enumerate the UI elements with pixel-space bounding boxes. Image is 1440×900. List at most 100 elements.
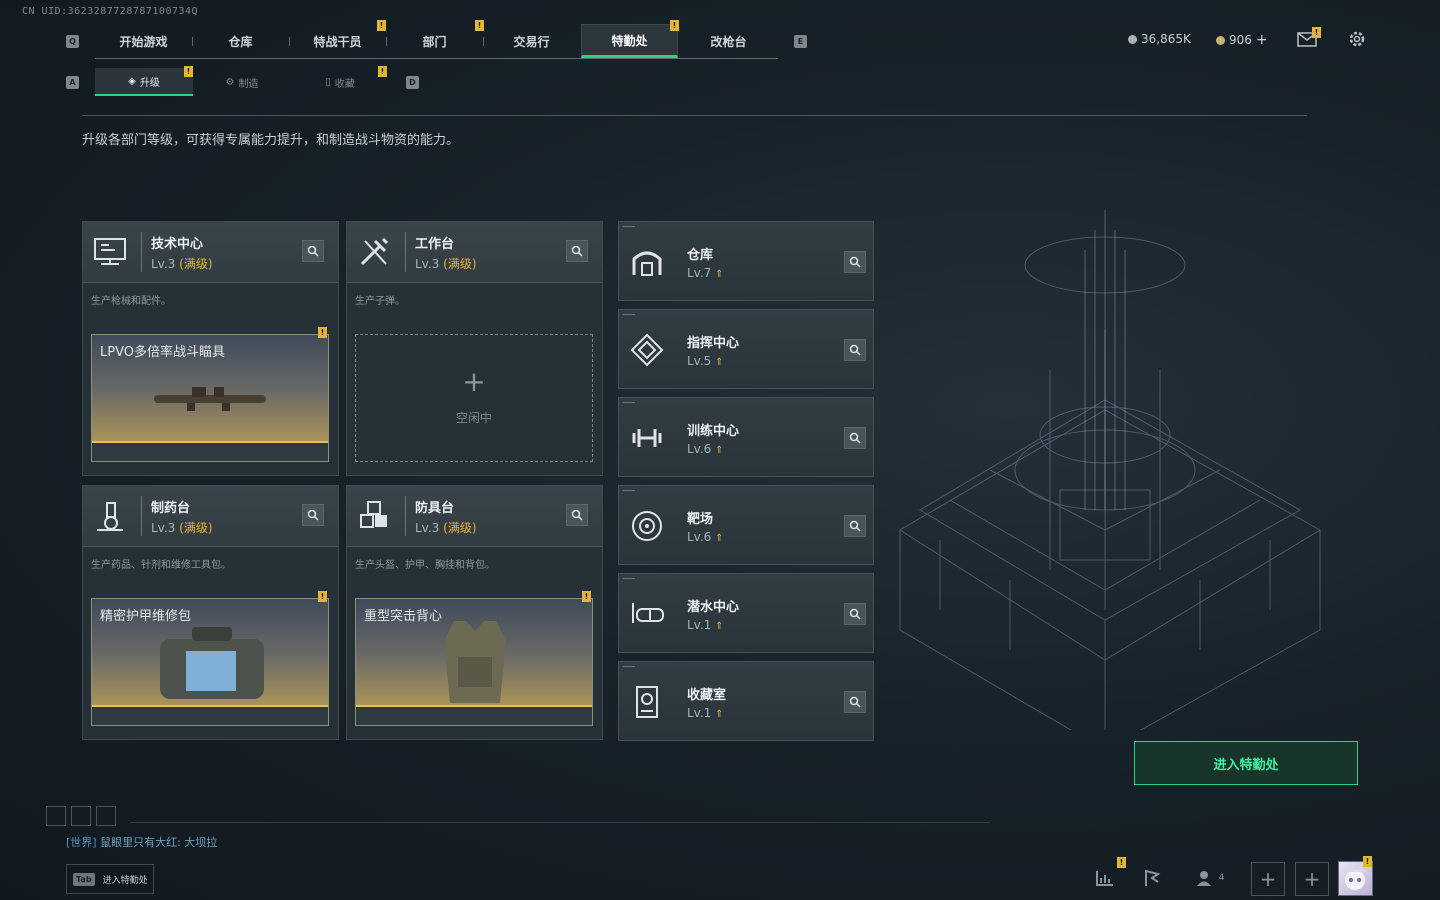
dept-card-pharmacy[interactable]: 制药台 Lv.3 (满级) 生产药品、针剂和维修工具包。 精密护甲维修包 bbox=[82, 485, 339, 740]
alert-badge: ! bbox=[1117, 857, 1126, 868]
dept-name: 制药台 bbox=[151, 501, 191, 516]
coin-balance[interactable]: 36,865K bbox=[1128, 32, 1191, 46]
subtab-craft[interactable]: ⚙ 制造 bbox=[193, 68, 291, 96]
collection-case-icon bbox=[629, 684, 665, 720]
production-slot[interactable]: 重型突击背心 bbox=[355, 598, 593, 726]
target-icon bbox=[629, 508, 665, 544]
room-name: 训练中心 bbox=[687, 424, 740, 439]
production-slot[interactable]: 精密护甲维修包 bbox=[91, 598, 329, 726]
search-icon[interactable] bbox=[566, 504, 588, 526]
enter-special-ops-button[interactable]: 进入特勤处 bbox=[1134, 741, 1358, 785]
alert-badge: ! bbox=[475, 20, 484, 31]
room-level: Lv.6 ⇑ bbox=[687, 530, 724, 544]
search-icon[interactable] bbox=[844, 427, 866, 449]
dept-description: 生产药品、针剂和维修工具包。 bbox=[91, 560, 231, 571]
dept-level: Lv.3 (满级) bbox=[415, 257, 477, 271]
room-row-shooting-range[interactable]: 靶场 Lv.6 ⇑ bbox=[618, 485, 874, 565]
subtab-collection[interactable]: ▯ 收藏 bbox=[291, 68, 389, 96]
room-level: Lv.1 ⇑ bbox=[687, 706, 724, 720]
room-level: Lv.7 ⇑ bbox=[687, 266, 724, 280]
idle-label: 空闲中 bbox=[455, 411, 492, 425]
dept-description: 生产子弹。 bbox=[355, 296, 405, 307]
alert-badge: ! bbox=[377, 20, 386, 31]
alert-badge: ! bbox=[378, 66, 387, 77]
tab-operators[interactable]: 特战干员 bbox=[289, 24, 386, 58]
chat-channel: [世界] bbox=[66, 836, 97, 849]
tab-gunsmith[interactable]: 改枪台 bbox=[680, 24, 777, 58]
friends-button[interactable]: 4 bbox=[1190, 862, 1230, 894]
page-description: 升级各部门等级，可获得专属能力提升，和制造战斗物资的能力。 bbox=[82, 133, 460, 148]
room-row-diving-center[interactable]: 潜水中心 Lv.1 ⇑ bbox=[618, 573, 874, 653]
uid-label: CN UID:3623287728787100734Q bbox=[22, 6, 199, 17]
craft-icon: ⚙ bbox=[225, 76, 235, 88]
room-row-command-center[interactable]: 指挥中心 Lv.5 ⇑ bbox=[618, 309, 874, 389]
room-row-collection-room[interactable]: 收藏室 Lv.1 ⇑ bbox=[618, 661, 874, 741]
tab-department[interactable]: 部门 bbox=[386, 24, 483, 58]
search-icon[interactable] bbox=[844, 603, 866, 625]
a-key-hint: A bbox=[66, 76, 79, 89]
d-key-hint: D bbox=[406, 76, 419, 89]
upgrade-icon: ◈ bbox=[128, 75, 136, 87]
add-currency-icon[interactable]: + bbox=[1256, 32, 1268, 48]
search-icon[interactable] bbox=[844, 251, 866, 273]
upgrade-arrow-icon: ⇑ bbox=[715, 445, 724, 456]
alert-badge: ! bbox=[318, 327, 327, 338]
tab-start-game[interactable]: 开始游戏 bbox=[95, 24, 192, 58]
q-key-hint: Q bbox=[66, 35, 79, 48]
coin-icon bbox=[1128, 34, 1137, 44]
room-level: Lv.5 ⇑ bbox=[687, 354, 724, 368]
dept-card-armor[interactable]: 防具台 Lv.3 (满级) 生产头盔、护甲、胸挂和背包。 重型突击背心 bbox=[346, 485, 603, 740]
dept-card-tech-center[interactable]: 技术中心 Lv.3 (满级) 生产枪械和配件。 LPVO多倍率战斗瞄具 bbox=[82, 221, 339, 476]
alert-badge: ! bbox=[670, 20, 679, 31]
search-icon[interactable] bbox=[566, 240, 588, 262]
search-icon[interactable] bbox=[844, 691, 866, 713]
room-name: 潜水中心 bbox=[687, 600, 740, 615]
upgrade-arrow-icon: ⇑ bbox=[715, 533, 724, 544]
add-icon: + bbox=[462, 365, 486, 398]
gem-balance[interactable]: 906 + bbox=[1216, 32, 1268, 48]
alert-badge: ! bbox=[1363, 856, 1372, 867]
tab-key: Tab bbox=[73, 872, 95, 886]
search-icon[interactable] bbox=[302, 504, 324, 526]
base-wireframe-illustration bbox=[880, 210, 1350, 751]
gem-icon bbox=[1216, 35, 1225, 45]
room-name: 靶场 bbox=[687, 512, 714, 527]
slot-item-name: 重型突击背心 bbox=[364, 609, 443, 624]
alert-badge: ! bbox=[582, 591, 591, 602]
microscope-icon bbox=[92, 498, 128, 534]
hammer-wrench-icon bbox=[356, 234, 392, 270]
subtab-upgrade[interactable]: ◈ 升级 bbox=[95, 68, 193, 96]
tab-shortcut[interactable]: Tab 进入特勤处 bbox=[66, 864, 154, 894]
tab-shortcut-label: 进入特勤处 bbox=[102, 875, 148, 886]
upgrade-arrow-icon: ⇑ bbox=[715, 621, 724, 632]
production-slot-empty[interactable]: + 空闲中 bbox=[355, 334, 593, 462]
tab-warehouse[interactable]: 仓库 bbox=[192, 24, 289, 58]
room-level: Lv.6 ⇑ bbox=[687, 442, 724, 456]
add-slot-button[interactable]: + bbox=[1251, 862, 1285, 896]
tab-special-ops[interactable]: 特勤处 bbox=[581, 24, 678, 58]
add-slot-button[interactable]: + bbox=[1295, 862, 1329, 896]
flag-icon[interactable] bbox=[1136, 862, 1168, 894]
search-icon[interactable] bbox=[844, 515, 866, 537]
upgrade-arrow-icon: ⇑ bbox=[715, 357, 724, 368]
upgrade-arrow-icon: ⇑ bbox=[715, 269, 724, 280]
room-level: Lv.1 ⇑ bbox=[687, 618, 724, 632]
command-center-icon bbox=[629, 332, 665, 368]
dept-description: 生产头盔、护甲、胸挂和背包。 bbox=[355, 560, 495, 571]
search-icon[interactable] bbox=[302, 240, 324, 262]
e-key-hint: E bbox=[794, 35, 807, 48]
dept-card-workbench[interactable]: 工作台 Lv.3 (满级) 生产子弹。 + 空闲中 bbox=[346, 221, 603, 476]
room-name: 指挥中心 bbox=[687, 336, 740, 351]
room-name: 仓库 bbox=[687, 248, 714, 263]
alert-badge: ! bbox=[318, 591, 327, 602]
production-slot[interactable]: LPVO多倍率战斗瞄具 bbox=[91, 334, 329, 462]
warehouse-icon bbox=[629, 244, 665, 280]
scope-item-image bbox=[152, 385, 268, 419]
room-row-training-center[interactable]: 训练中心 Lv.6 ⇑ bbox=[618, 397, 874, 477]
chat-message[interactable]: [世界] 鼠眼里只有大红: 大坝拉 bbox=[66, 834, 217, 850]
room-row-warehouse[interactable]: 仓库 Lv.7 ⇑ bbox=[618, 221, 874, 301]
bottom-divider bbox=[130, 822, 990, 823]
search-icon[interactable] bbox=[844, 339, 866, 361]
gear-icon[interactable] bbox=[1347, 29, 1367, 53]
tab-trade[interactable]: 交易行 bbox=[483, 24, 580, 58]
